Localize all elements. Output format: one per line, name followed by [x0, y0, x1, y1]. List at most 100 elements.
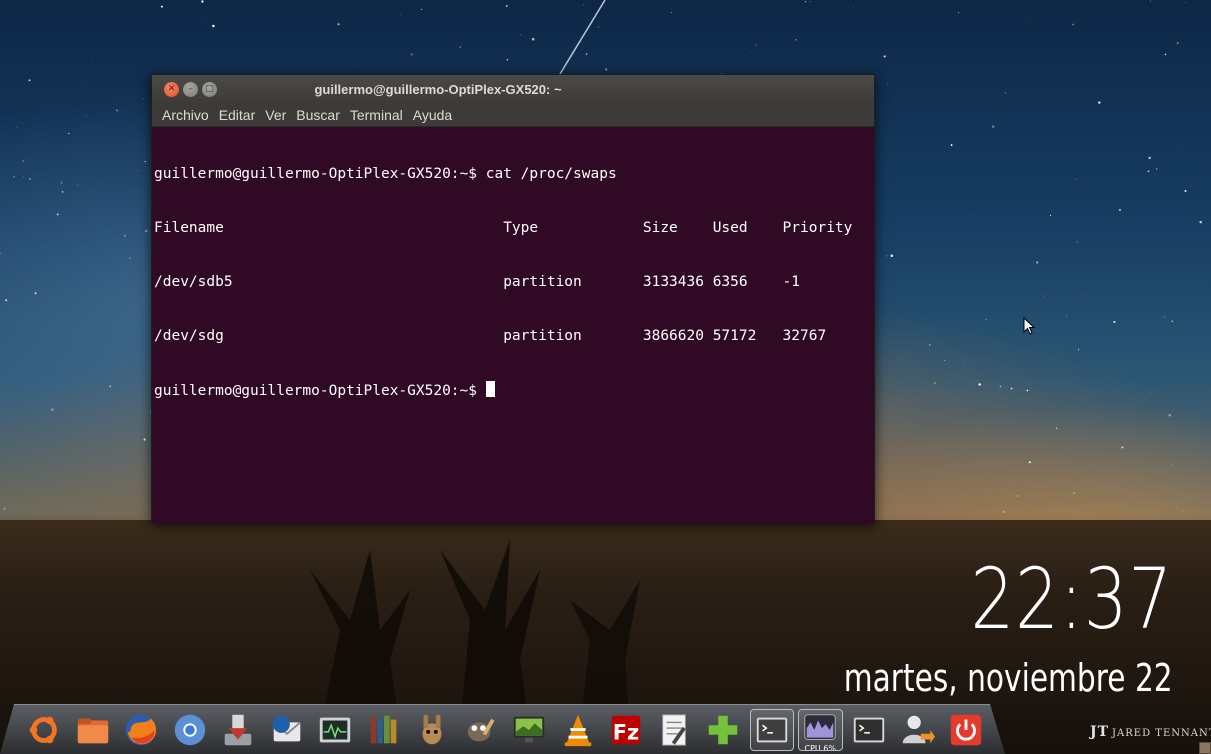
- menu-bar: Archivo Editar Ver Buscar Terminal Ayuda: [152, 103, 874, 127]
- star: [1176, 41, 1179, 45]
- cpu-monitor-icon[interactable]: CPU 6%: [796, 707, 845, 753]
- star: [605, 68, 608, 71]
- star: [201, 0, 204, 3]
- star: [129, 257, 131, 259]
- chromium-icon[interactable]: [166, 707, 215, 753]
- dock-launchers: Fz CPU 6%: [20, 707, 990, 753]
- star: [1098, 101, 1101, 104]
- cpu-usage-label: CPU 6%: [804, 744, 837, 753]
- ubuntu-icon[interactable]: [20, 707, 69, 753]
- star: [585, 53, 588, 55]
- star: [1185, 2, 1186, 4]
- star: [5, 299, 8, 302]
- star: [77, 184, 79, 186]
- star: [1171, 464, 1173, 466]
- amule-icon[interactable]: [408, 707, 457, 753]
- star: [1182, 511, 1184, 512]
- star: [944, 359, 946, 361]
- text-editor-icon[interactable]: [651, 707, 700, 753]
- star: [1066, 66, 1068, 68]
- star: [459, 46, 462, 48]
- star: [999, 385, 1002, 388]
- vlc-icon[interactable]: [554, 707, 603, 753]
- star: [56, 213, 59, 216]
- library-icon[interactable]: [360, 707, 409, 753]
- star: [28, 79, 31, 82]
- star: [354, 63, 356, 65]
- star: [1075, 178, 1077, 180]
- star: [1164, 316, 1166, 318]
- star: [1016, 495, 1019, 497]
- window-title: guillermo@guillermo-OptiPlex-GX520: ~: [314, 81, 562, 97]
- menu-ayuda[interactable]: Ayuda: [408, 107, 457, 123]
- star: [1010, 387, 1013, 390]
- star: [15, 127, 17, 128]
- star: [804, 0, 807, 3]
- files-icon[interactable]: [69, 707, 118, 753]
- install-icon[interactable]: [214, 707, 263, 753]
- star: [809, 1, 811, 2]
- terminal-prompt-line[interactable]: guillermo@guillermo-OptiPlex-GX520:~$: [154, 381, 872, 399]
- system-monitor-icon[interactable]: [311, 707, 360, 753]
- terminal-output[interactable]: guillermo@guillermo-OptiPlex-GX520:~$ ca…: [152, 127, 874, 524]
- star: [978, 383, 981, 386]
- menu-ver[interactable]: Ver: [260, 107, 291, 123]
- star: [22, 160, 25, 162]
- star: [109, 385, 112, 388]
- star: [1171, 320, 1174, 322]
- star: [212, 24, 215, 28]
- star: [883, 55, 886, 58]
- terminal-window[interactable]: ✕ – □ guillermo@guillermo-OptiPlex-GX520…: [151, 74, 875, 524]
- star: [1168, 414, 1172, 417]
- star: [1043, 295, 1045, 297]
- terminal-prompt: guillermo@guillermo-OptiPlex-GX520:~$: [154, 383, 486, 399]
- credit-logo: JT: [1090, 724, 1110, 740]
- star: [61, 182, 63, 184]
- star: [1076, 241, 1078, 243]
- menu-buscar[interactable]: Buscar: [291, 107, 345, 123]
- user-logout-icon[interactable]: [893, 707, 942, 753]
- star: [98, 74, 100, 76]
- star: [1026, 389, 1029, 392]
- wallpaper-tree: [310, 540, 640, 730]
- add-icon[interactable]: [699, 707, 748, 753]
- star: [950, 144, 953, 147]
- star: [85, 114, 87, 116]
- display-icon[interactable]: [505, 707, 554, 753]
- terminal-line: guillermo@guillermo-OptiPlex-GX520:~$ ca…: [154, 166, 617, 182]
- menu-archivo[interactable]: Archivo: [157, 107, 214, 123]
- star: [963, 359, 965, 361]
- mouse-pointer-icon: [1023, 317, 1035, 335]
- star: [1184, 190, 1187, 192]
- menu-editar[interactable]: Editar: [214, 107, 261, 123]
- star: [933, 381, 936, 384]
- star: [1113, 320, 1116, 324]
- star: [68, 132, 70, 135]
- star: [93, 457, 94, 459]
- star: [337, 23, 340, 26]
- power-icon[interactable]: [942, 707, 991, 753]
- star: [957, 12, 960, 14]
- star: [886, 255, 888, 257]
- star: [795, 39, 797, 41]
- star: [671, 11, 673, 14]
- filezilla-icon[interactable]: Fz: [602, 707, 651, 753]
- menu-terminal[interactable]: Terminal: [345, 107, 408, 123]
- star: [852, 7, 854, 8]
- star: [755, 44, 757, 46]
- terminal-icon[interactable]: [748, 707, 797, 753]
- star: [1199, 220, 1202, 224]
- thunderbird-icon[interactable]: [263, 707, 312, 753]
- star: [1055, 427, 1058, 429]
- gimp-icon[interactable]: [457, 707, 506, 753]
- terminal-icon-2[interactable]: [845, 707, 894, 753]
- wallpaper-credit: JT JARED TENNANT: [1090, 724, 1211, 740]
- firefox-icon[interactable]: [117, 707, 166, 753]
- star: [85, 83, 86, 85]
- star: [1121, 446, 1124, 449]
- window-titlebar[interactable]: ✕ – □ guillermo@guillermo-OptiPlex-GX520…: [152, 75, 874, 103]
- star: [1164, 53, 1167, 56]
- star: [29, 178, 31, 180]
- star: [123, 234, 127, 237]
- star: [1149, 0, 1151, 2]
